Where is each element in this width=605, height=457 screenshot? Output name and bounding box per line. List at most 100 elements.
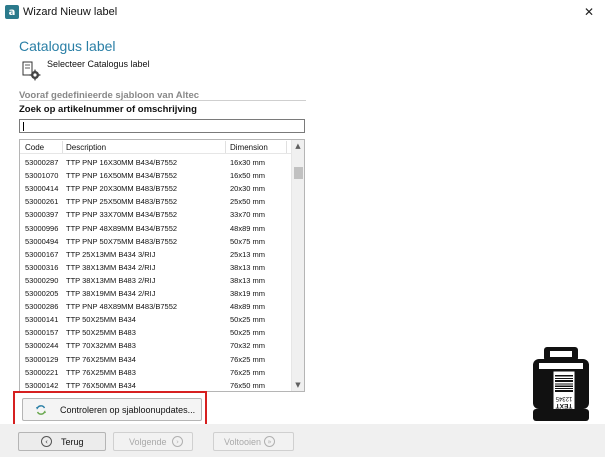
close-icon[interactable]: ✕	[581, 4, 597, 20]
table-row[interactable]: 53000414 TTP PNP 20X30MM B483/B7552 20x30 …	[20, 181, 292, 195]
row-dimension: 76x25 mm	[230, 367, 266, 377]
scroll-up-arrow-icon[interactable]: ▲	[292, 140, 304, 152]
label-settings-icon	[22, 61, 41, 81]
page-subtitle: Selecteer Catalogus label	[47, 59, 150, 69]
scroll-thumb[interactable]	[294, 167, 303, 179]
row-dimension: 25x13 mm	[230, 249, 266, 259]
row-dimension: 50x75 mm	[230, 236, 266, 246]
row-description: TTP 38X19MM B434 2/RIJ	[66, 289, 156, 298]
row-code: 53000316	[25, 262, 59, 272]
column-divider	[225, 141, 226, 153]
section-divider	[19, 100, 306, 101]
row-description: TTP 38X13MM B434 2/RIJ	[66, 262, 156, 272]
row-code: 53000167	[25, 249, 59, 259]
table-row[interactable]: 53000129 TTP 76X25MM B434 76x25 mm	[20, 352, 292, 366]
window-title: Wizard Nieuw label	[23, 6, 118, 18]
row-dimension: 76x50 mm	[230, 380, 266, 390]
row-description: TTP PNP 48X89MM B483/B7552	[66, 302, 178, 312]
back-label: Terug	[61, 437, 84, 447]
row-code: 53000286	[25, 302, 59, 312]
row-dimension: 48x89 mm	[230, 302, 266, 312]
label-printer-icon: 12345 TEXT	[533, 347, 589, 421]
row-dimension: 48x89 mm	[230, 223, 266, 233]
row-description: TTP 25X13MM B434 3/RIJ	[66, 249, 156, 259]
app-icon: a	[5, 5, 19, 19]
row-code: 53000397	[25, 210, 59, 220]
label-text: TEXT	[556, 402, 573, 409]
table-row[interactable]: 53000286 TTP PNP 48X89MM B483/B7552 48x89 …	[20, 299, 292, 313]
vertical-scrollbar[interactable]: ▲ ▼	[291, 140, 304, 391]
table-row[interactable]: 53000141 TTP 50X25MM B434 50x25 mm	[20, 312, 292, 326]
row-code: 53000157	[25, 328, 59, 338]
row-code: 53000141	[25, 315, 59, 325]
column-divider	[286, 141, 287, 153]
row-description: TTP 50X25MM B434	[66, 315, 136, 325]
row-dimension: 70x32 mm	[230, 341, 266, 351]
row-description: TTP PNP 16X50MM B434/B7552	[66, 171, 178, 181]
row-code: 53000414	[25, 184, 59, 194]
row-code: 53000261	[25, 197, 59, 207]
table-row[interactable]: 53000244 TTP 70X32MM B483 70x32 mm	[20, 338, 292, 352]
row-dimension: 50x25 mm	[230, 315, 266, 325]
page-title: Catalogus label	[19, 38, 116, 54]
table-row[interactable]: 53000316 TTP 38X13MM B434 2/RIJ 38x13 mm	[20, 260, 292, 274]
next-arrow-icon: ›	[172, 436, 183, 447]
row-code: 53000244	[25, 341, 59, 351]
row-dimension: 20x30 mm	[230, 184, 266, 194]
table-row[interactable]: 53000261 TTP PNP 25X50MM B483/B7552 25x50 …	[20, 194, 292, 208]
row-dimension: 38x13 mm	[230, 275, 266, 285]
row-dimension: 38x19 mm	[230, 289, 266, 298]
column-header-description[interactable]: Description	[66, 143, 106, 152]
back-arrow-icon: ‹	[41, 436, 52, 447]
row-description: TTP PNP 16X30MM B434/B7552	[66, 158, 178, 167]
search-label: Zoek op artikelnummer of omschrijving	[19, 104, 197, 115]
row-code: 53000996	[25, 223, 59, 233]
next-label: Volgende	[129, 437, 167, 447]
row-description: TTP 50X25MM B483	[66, 328, 136, 338]
row-code: 53000221	[25, 367, 59, 377]
column-header-code[interactable]: Code	[25, 143, 44, 152]
table-row[interactable]: 53000290 TTP 38X13MM B483 2/RIJ 38x13 mm	[20, 273, 292, 287]
table-row[interactable]: 53000287 TTP PNP 16X30MM B434/B7552 16x30 …	[20, 155, 292, 169]
list-header: Code Description Dimension	[20, 140, 292, 154]
row-code: 53000205	[25, 289, 59, 298]
row-description: TTP PNP 50X75MM B483/B7552	[66, 236, 178, 246]
row-code: 53000129	[25, 354, 59, 364]
table-row[interactable]: 53000142 TTP 76X50MM B434 76x50 mm	[20, 378, 292, 391]
row-dimension: 16x50 mm	[230, 171, 266, 181]
row-dimension: 16x30 mm	[230, 158, 266, 167]
title-bar: a Wizard Nieuw label ✕	[0, 0, 605, 24]
row-description: TTP 70X32MM B483	[66, 341, 136, 351]
row-dimension: 76x25 mm	[230, 354, 266, 364]
table-row[interactable]: 53000996 TTP PNP 48X89MM B434/B7552 48x89 …	[20, 221, 292, 235]
row-dimension: 33x70 mm	[230, 210, 266, 220]
finish-button[interactable]: Voltooien »	[213, 432, 294, 451]
table-row[interactable]: 53000157 TTP 50X25MM B483 50x25 mm	[20, 325, 292, 339]
row-code: 53000494	[25, 236, 59, 246]
column-divider	[62, 141, 63, 153]
row-description: TTP 76X50MM B434	[66, 380, 136, 390]
row-description: TTP PNP 25X50MM B483/B7552	[66, 197, 178, 207]
table-row[interactable]: 53000397 TTP PNP 33X70MM B434/B7552 33x70 …	[20, 207, 292, 221]
row-description: TTP 76X25MM B434	[66, 354, 136, 364]
table-row[interactable]: 53000494 TTP PNP 50X75MM B483/B7552 50x75 …	[20, 234, 292, 248]
search-input[interactable]	[19, 119, 305, 133]
row-dimension: 25x50 mm	[230, 197, 266, 207]
row-code: 53000142	[25, 380, 59, 390]
template-list[interactable]: Code Description Dimension 53000287 TTP P…	[19, 139, 305, 392]
row-description: TTP PNP 20X30MM B483/B7552	[66, 184, 178, 194]
back-button[interactable]: ‹ Terug	[18, 432, 106, 451]
table-row[interactable]: 53000221 TTP 76X25MM B483 76x25 mm	[20, 365, 292, 379]
column-header-dimension[interactable]: Dimension	[230, 143, 268, 152]
row-code: 53001070	[25, 171, 59, 181]
row-description: TTP PNP 33X70MM B434/B7552	[66, 210, 178, 220]
finish-label: Voltooien	[224, 437, 262, 447]
next-button[interactable]: Volgende ›	[113, 432, 193, 451]
label-number: 12345	[555, 395, 572, 401]
table-row[interactable]: 53001070 TTP PNP 16X50MM B434/B7552 16x50 …	[20, 168, 292, 182]
table-row[interactable]: 53000167 TTP 25X13MM B434 3/RIJ 25x13 mm	[20, 247, 292, 261]
text-caret	[23, 122, 24, 131]
table-row[interactable]: 53000205 TTP 38X19MM B434 2/RIJ 38x19 mm	[20, 286, 292, 300]
scroll-down-arrow-icon[interactable]: ▼	[292, 379, 304, 391]
row-description: TTP 38X13MM B483 2/RIJ	[66, 275, 156, 285]
